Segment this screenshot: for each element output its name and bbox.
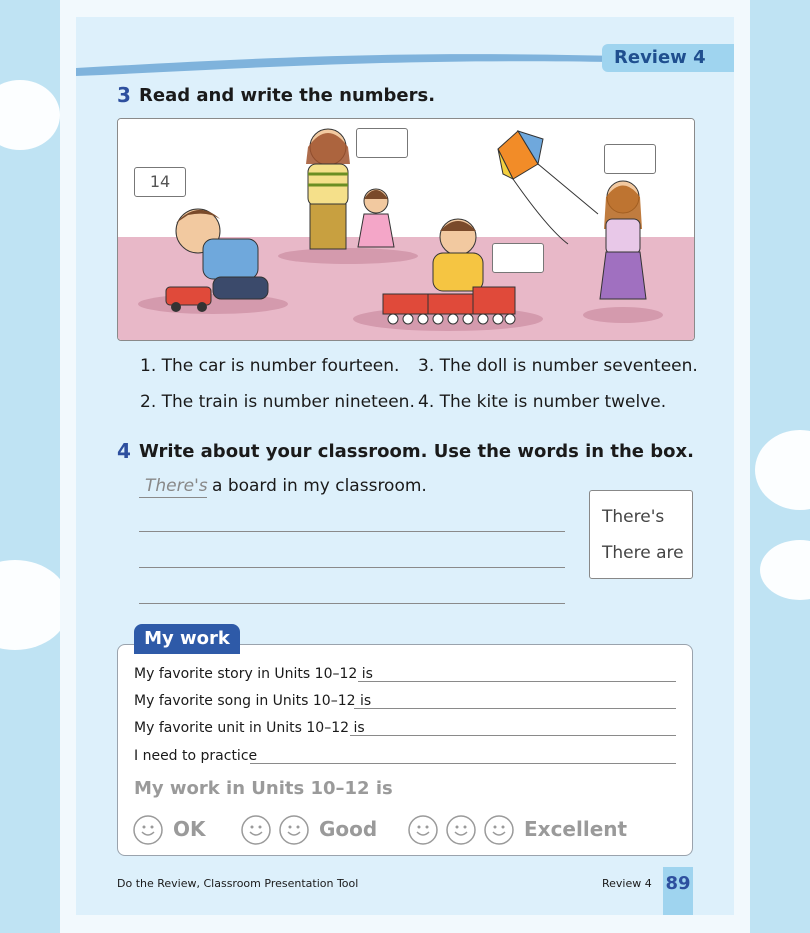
rating-excellent: Excellent — [524, 817, 628, 841]
smiley-icon[interactable] — [446, 815, 476, 845]
smiley-icon[interactable] — [133, 815, 163, 845]
cloud-decoration — [0, 80, 60, 150]
favorite-story-label: My favorite story in Units 10–12 is — [134, 666, 373, 682]
answer-line-3[interactable] — [139, 603, 565, 604]
number-box-doll[interactable] — [356, 128, 408, 158]
smiley-icon[interactable] — [484, 815, 514, 845]
sentence-1: 1. The car is number fourteen. — [140, 356, 400, 376]
section-3-instruction: Read and write the numbers. — [139, 85, 436, 106]
cloud-decoration — [760, 540, 810, 600]
my-work-tab: My work — [134, 624, 240, 654]
footer-tool-link[interactable]: Do the Review, Classroom Presentation To… — [117, 877, 358, 890]
need-to-practice-label: I need to practice — [134, 748, 258, 764]
section-number-4: 4 — [117, 439, 131, 463]
need-to-practice-line[interactable] — [250, 763, 676, 764]
page-number: 89 — [663, 867, 693, 915]
example-sentence-rest: a board in my classroom. — [212, 476, 427, 496]
word-theres: There's — [602, 507, 665, 527]
sentence-3: 3. The doll is number seventeen. — [418, 356, 698, 376]
header-wave — [76, 54, 616, 76]
favorite-story-line[interactable] — [358, 681, 676, 682]
example-answer-line — [139, 497, 207, 498]
rating-ok: OK — [173, 817, 206, 841]
smiley-icon[interactable] — [241, 815, 271, 845]
cloud-decoration — [755, 430, 810, 510]
section-4-instruction: Write about your classroom. Use the word… — [139, 441, 694, 462]
favorite-unit-line[interactable] — [350, 735, 676, 736]
favorite-unit-label: My favorite unit in Units 10–12 is — [134, 720, 365, 736]
section-number-3: 3 — [117, 83, 131, 107]
favorite-song-line[interactable] — [354, 708, 676, 709]
answer-line-2[interactable] — [139, 567, 565, 568]
favorite-song-label: My favorite song in Units 10–12 is — [134, 693, 372, 709]
answer-line-1[interactable] — [139, 531, 565, 532]
example-answer: There's — [145, 476, 208, 496]
number-box-train[interactable] — [492, 243, 544, 273]
smiley-icon[interactable] — [408, 815, 438, 845]
number-box-kite[interactable] — [604, 144, 656, 174]
rating-title: My work in Units 10–12 is — [134, 778, 393, 799]
number-box-car: 14 — [134, 167, 186, 197]
sentence-2: 2. The train is number nineteen. — [140, 392, 415, 412]
footer-review-label: Review 4 — [602, 877, 652, 890]
review-tab: Review 4 — [602, 44, 734, 72]
word-box: There's There are — [589, 490, 693, 579]
rating-good: Good — [319, 817, 378, 841]
word-there-are: There are — [602, 543, 684, 563]
smiley-icon[interactable] — [279, 815, 309, 845]
sentence-4: 4. The kite is number twelve. — [418, 392, 667, 412]
